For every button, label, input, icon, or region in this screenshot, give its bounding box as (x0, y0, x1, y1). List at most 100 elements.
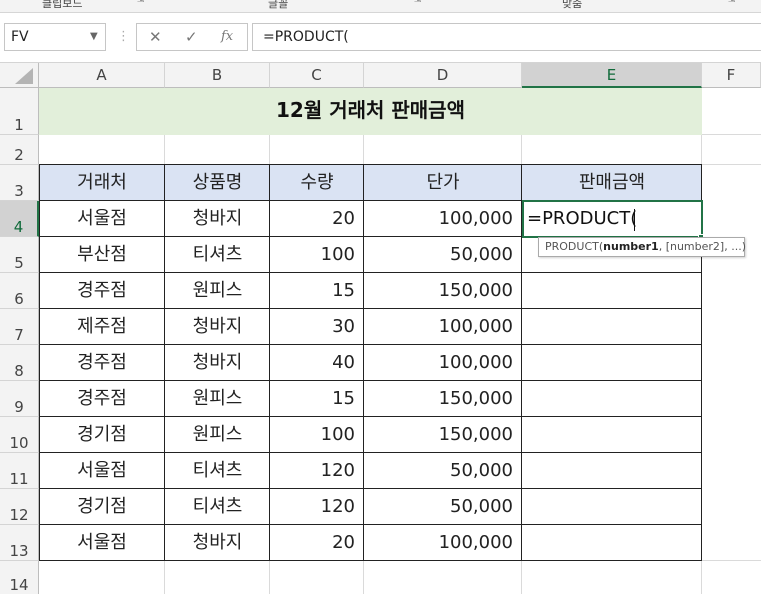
table-cell[interactable]: 40 (270, 345, 364, 381)
table-cell[interactable]: 경주점 (39, 273, 165, 309)
table-border (39, 380, 702, 381)
table-border (39, 308, 702, 309)
cell-edit-text[interactable]: =PRODUCT( (527, 201, 637, 237)
header-cell-unit-price[interactable]: 단가 (364, 165, 522, 201)
table-cell[interactable]: 20 (270, 201, 364, 237)
column-header-e[interactable]: E (522, 63, 702, 88)
row-header-10[interactable]: 10 (0, 417, 39, 453)
tooltip-function-name[interactable]: PRODUCT( (545, 240, 603, 253)
formula-input[interactable]: =PRODUCT( (252, 23, 761, 51)
table-cell[interactable]: 100,000 (364, 201, 522, 237)
table-cell[interactable]: 100 (270, 237, 364, 273)
table-cell[interactable]: 원피스 (165, 273, 270, 309)
column-header-c[interactable]: C (270, 63, 364, 88)
table-cell[interactable]: 청바지 (165, 309, 270, 345)
table-border (39, 165, 40, 561)
table-cell[interactable]: 100,000 (364, 345, 522, 381)
table-cell[interactable]: 서울점 (39, 453, 165, 489)
column-header-f[interactable]: F (702, 63, 761, 88)
table-cell[interactable]: 100,000 (364, 309, 522, 345)
formula-buttons: ✕ ✓ fx (136, 23, 248, 51)
table-cell[interactable]: 경기점 (39, 489, 165, 525)
alignment-launcher-icon[interactable]: ⇲ (728, 0, 736, 5)
function-tooltip[interactable]: PRODUCT(number1, [number2], ...) (538, 237, 746, 257)
header-cell-product[interactable]: 상품명 (165, 165, 270, 201)
tooltip-other-arguments: , [number2], ...) (658, 240, 746, 253)
header-cell-sales-amount[interactable]: 판매금액 (522, 165, 702, 201)
column-header-a[interactable]: A (39, 63, 165, 88)
row-header-13[interactable]: 13 (0, 525, 39, 561)
table-cell[interactable]: 150,000 (364, 381, 522, 417)
row-header-3[interactable]: 3 (0, 165, 39, 201)
table-cell[interactable]: 청바지 (165, 201, 270, 237)
table-cell[interactable]: 티셔츠 (165, 489, 270, 525)
table-cell[interactable]: 제주점 (39, 309, 165, 345)
table-cell[interactable]: 50,000 (364, 237, 522, 273)
row-header-1[interactable]: 1 (0, 88, 39, 135)
table-border (39, 452, 702, 453)
row-header-14[interactable]: 14 (0, 561, 39, 594)
cancel-icon[interactable]: ✕ (149, 24, 162, 50)
row-header-6[interactable]: 6 (0, 273, 39, 309)
insert-function-icon[interactable]: fx (221, 24, 233, 50)
table-cell[interactable]: 100,000 (364, 525, 522, 561)
column-header-b[interactable]: B (165, 63, 270, 88)
table-cell[interactable]: 원피스 (165, 417, 270, 453)
more-icon[interactable]: ⋮ (117, 23, 130, 51)
row-header-11[interactable]: 11 (0, 453, 39, 489)
chevron-down-icon[interactable]: ▼ (90, 23, 98, 51)
header-cell-quantity[interactable]: 수량 (270, 165, 364, 201)
table-cell[interactable]: 15 (270, 381, 364, 417)
table-cell[interactable]: 경기점 (39, 417, 165, 453)
row-header-12[interactable]: 12 (0, 489, 39, 525)
table-cell[interactable]: 15 (270, 273, 364, 309)
ribbon-group-alignment[interactable]: 맞춤 (562, 0, 582, 11)
table-cell[interactable]: 경주점 (39, 381, 165, 417)
table-cell[interactable]: 원피스 (165, 381, 270, 417)
table-cell[interactable]: 50,000 (364, 453, 522, 489)
row-header-4[interactable]: 4 (0, 201, 39, 237)
ribbon-group-clipboard[interactable]: 클립보드 (42, 0, 82, 11)
row-header-7[interactable]: 7 (0, 309, 39, 345)
text-caret (634, 209, 635, 231)
table-cell[interactable]: 120 (270, 489, 364, 525)
clipboard-launcher-icon[interactable]: ⇲ (137, 0, 145, 5)
table-cell[interactable]: 티셔츠 (165, 453, 270, 489)
table-cell[interactable]: 30 (270, 309, 364, 345)
table-cell[interactable]: 150,000 (364, 417, 522, 453)
font-launcher-icon[interactable]: ⇲ (414, 0, 422, 5)
table-cell[interactable]: 100 (270, 417, 364, 453)
table-border (39, 164, 702, 165)
row-header-8[interactable]: 8 (0, 345, 39, 381)
row-header-2[interactable]: 2 (0, 135, 39, 165)
table-cell[interactable]: 20 (270, 525, 364, 561)
table-border (269, 165, 270, 561)
row-header-9[interactable]: 9 (0, 381, 39, 417)
table-cell[interactable]: 부산점 (39, 237, 165, 273)
table-cell[interactable]: 티셔츠 (165, 237, 270, 273)
row-header-5[interactable]: 5 (0, 237, 39, 273)
table-cell[interactable]: 청바지 (165, 525, 270, 561)
tooltip-current-argument[interactable]: number1 (603, 240, 659, 253)
header-cell-store[interactable]: 거래처 (39, 165, 165, 201)
table-cell[interactable]: 서울점 (39, 201, 165, 237)
formula-bar: FV ▼ ⋮ ✕ ✓ fx =PRODUCT( (0, 13, 761, 63)
table-border (39, 488, 702, 489)
table-border (39, 416, 702, 417)
table-cell[interactable]: 150,000 (364, 273, 522, 309)
table-cell[interactable]: 경주점 (39, 345, 165, 381)
table-border (39, 272, 702, 273)
sheet-title[interactable]: 12월 거래처 판매금액 (39, 88, 702, 135)
column-header-d[interactable]: D (364, 63, 522, 88)
table-border (39, 344, 702, 345)
table-border (363, 165, 364, 561)
table-cell[interactable]: 50,000 (364, 489, 522, 525)
table-cell[interactable]: 청바지 (165, 345, 270, 381)
table-border (164, 165, 165, 561)
table-cell[interactable]: 서울점 (39, 525, 165, 561)
ribbon-group-font[interactable]: 글꼴 (268, 0, 288, 11)
select-all-icon (15, 68, 33, 84)
enter-icon[interactable]: ✓ (185, 24, 198, 50)
table-cell[interactable]: 120 (270, 453, 364, 489)
table-border (39, 524, 702, 525)
